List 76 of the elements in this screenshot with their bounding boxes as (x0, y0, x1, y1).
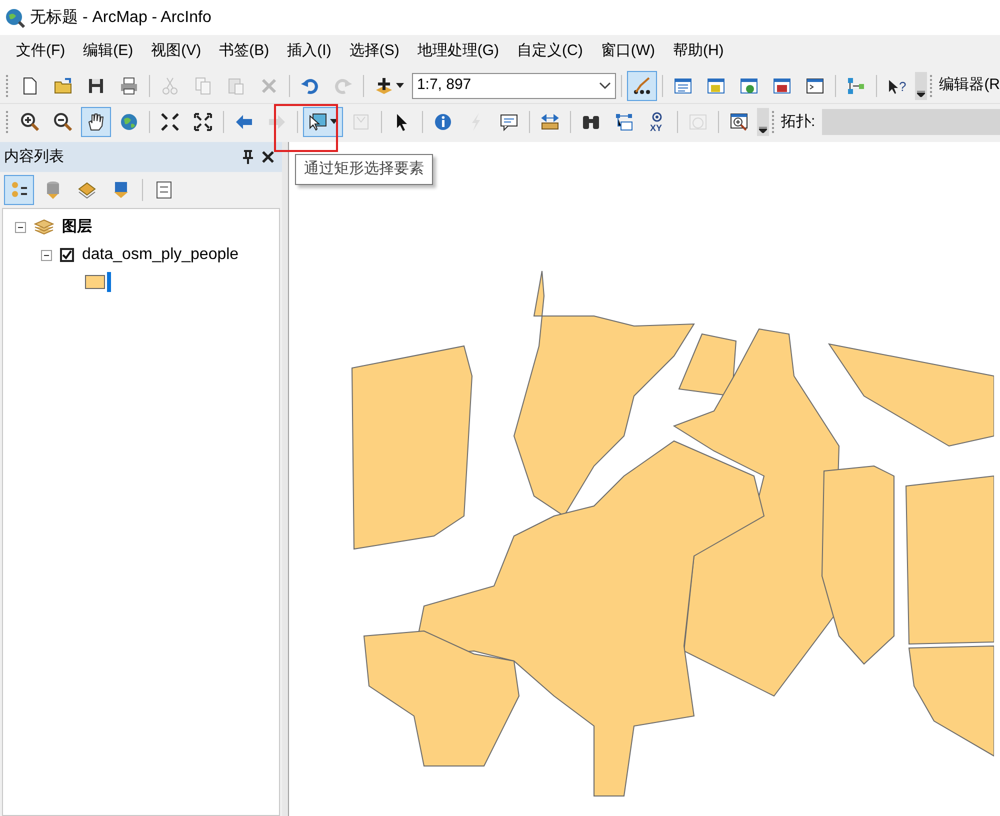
scissors-icon (160, 76, 180, 96)
menu-item[interactable]: 视图(V) (143, 36, 210, 67)
folder-icon (52, 76, 73, 96)
highlight-frame (274, 104, 338, 152)
toolbar-overflow-button[interactable] (915, 72, 928, 100)
toolbar-grip[interactable] (772, 111, 775, 133)
menu-item[interactable]: 帮助(H) (664, 36, 732, 67)
menu-item[interactable]: 书签(B) (211, 36, 278, 67)
layer-checkbox[interactable] (60, 248, 74, 262)
polygon-symbol-swatch[interactable] (85, 275, 105, 289)
hand-icon (86, 112, 106, 132)
rectangle-select-icon (308, 112, 328, 132)
layers-icon (77, 180, 97, 200)
toolbox-window-icon (772, 76, 792, 96)
arrows-outward-icon (193, 112, 213, 132)
dropdown-tool-button[interactable] (303, 107, 343, 137)
vertex-pencil-icon (632, 76, 652, 96)
catalog-window-icon (706, 76, 726, 96)
globe-icon (119, 112, 139, 132)
route-icon (614, 112, 634, 132)
chevron-down-icon (599, 82, 612, 90)
tool-button[interactable] (627, 70, 658, 100)
zoom-out-icon (53, 112, 73, 132)
tool-button[interactable]: XY (642, 107, 672, 137)
layers-icon (34, 219, 54, 235)
menu-item[interactable]: 地理处理(G) (409, 36, 507, 67)
layer-label[interactable]: data_osm_ply_people (82, 243, 239, 267)
list-window-icon (673, 76, 694, 96)
panel-title: 内容列表 (4, 146, 64, 167)
popup-window-icon (499, 112, 519, 132)
magnifier-window-icon (729, 112, 749, 132)
menu-item[interactable]: 窗口(W) (592, 36, 663, 67)
copy-icon (192, 76, 213, 96)
toolbar-title: 拓扑: (781, 112, 816, 132)
caret-icon (330, 119, 338, 125)
overflow-caret-icon (759, 127, 767, 133)
menu-item[interactable]: 自定义(C) (509, 36, 591, 67)
toolbar-grip[interactable] (6, 74, 9, 96)
arrows-inward-icon (160, 112, 180, 132)
toolbar-overflow-button[interactable] (757, 108, 769, 136)
menu-item[interactable]: 编辑(E) (75, 36, 142, 67)
right-arrow-icon (267, 112, 287, 132)
menu-item[interactable]: 文件(F) (8, 36, 74, 67)
printer-icon (118, 76, 139, 96)
toc-view-tab[interactable] (4, 175, 34, 205)
tool-button[interactable]: ? (882, 70, 912, 100)
options-list-icon (154, 180, 174, 200)
collapse-toggle[interactable] (15, 222, 26, 232)
command-window-icon (805, 76, 826, 96)
toolbar-grip[interactable] (930, 74, 934, 96)
scale-combo-box[interactable]: 1:7, 897 (412, 72, 616, 98)
model-diagram-icon (846, 76, 866, 96)
menu-item[interactable]: 选择(S) (341, 36, 408, 67)
close-icon[interactable] (262, 151, 274, 163)
tooltip: 通过矩形选择要素 (295, 154, 433, 184)
window-title: 无标题 - ArcMap - ArcInfo (30, 8, 212, 28)
layer-group-label[interactable]: 图层 (62, 216, 92, 238)
overflow-caret-icon (917, 90, 926, 96)
drawing-order-icon (9, 180, 29, 200)
ruler-icon (540, 112, 560, 132)
clipboard-icon (226, 76, 246, 96)
tool-button[interactable] (81, 107, 111, 137)
clock-window-icon (688, 112, 708, 132)
menu-item[interactable]: 插入(I) (279, 36, 340, 67)
pin-icon[interactable] (242, 150, 254, 164)
caret-icon (396, 82, 404, 88)
plus-diamond-icon (374, 76, 394, 96)
toolbar-grip[interactable] (6, 111, 9, 133)
globe-magnifier-icon (4, 6, 26, 28)
clear-selection-icon (351, 112, 371, 132)
toolbar-title: 编辑器(R (939, 75, 1000, 96)
zoom-in-icon (20, 112, 40, 132)
info-icon (433, 112, 453, 132)
edit-cursor (107, 272, 111, 292)
search-window-icon (739, 76, 760, 96)
collapse-toggle[interactable] (41, 250, 52, 260)
